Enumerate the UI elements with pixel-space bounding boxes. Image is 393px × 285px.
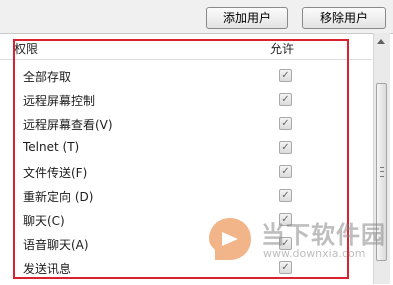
permission-row: 远程屏幕查看(V) ✓ <box>0 112 372 136</box>
allow-checkbox[interactable]: ✓ <box>279 117 292 130</box>
permission-row: 聊天(C) ✓ <box>0 208 372 232</box>
permission-label: 远程屏幕查看(V) <box>23 118 113 132</box>
permission-label: 重新定向 (D) <box>23 190 94 204</box>
remove-user-button[interactable]: 移除用户 <box>302 7 386 29</box>
permission-row: 全部存取 ✓ <box>0 64 372 88</box>
allow-checkbox[interactable]: ✓ <box>279 189 292 202</box>
permission-row: 发送讯息 ✓ <box>0 256 372 280</box>
allow-checkbox[interactable]: ✓ <box>279 93 292 106</box>
permission-label: 语音聊天(A) <box>23 238 89 252</box>
permission-label: 发送讯息 <box>23 262 72 276</box>
allow-checkbox[interactable]: ✓ <box>279 165 292 178</box>
header-divider <box>0 59 372 60</box>
permission-row: 远程屏幕控制 ✓ <box>0 88 372 112</box>
permission-row: 重新定向 (D) ✓ <box>0 184 372 208</box>
vertical-scrollbar[interactable] <box>373 33 390 284</box>
permission-label: 远程屏幕控制 <box>23 94 96 108</box>
allow-checkbox[interactable]: ✓ <box>279 141 292 154</box>
scroll-thumb[interactable] <box>376 83 387 261</box>
allow-checkbox[interactable]: ✓ <box>279 69 292 82</box>
column-header-allow[interactable]: 允许 <box>270 40 294 57</box>
permission-label: 聊天(C) <box>23 214 65 228</box>
permission-row: 语音聊天(A) ✓ <box>0 232 372 256</box>
permissions-list: 全部存取 ✓ 远程屏幕控制 ✓ 远程屏幕查看(V) ✓ Telnet (T) ✓ 文件传送(F)… <box>0 64 372 280</box>
scroll-grip-icon <box>380 167 384 177</box>
permission-label: 文件传送(F) <box>23 166 88 180</box>
permissions-panel: 权限 允许 全部存取 ✓ 远程屏幕控制 ✓ 远程屏幕查看(V) ✓ Telnet (T) ✓ 文… <box>0 33 393 285</box>
scroll-up-arrow-icon[interactable] <box>377 39 385 44</box>
add-user-button[interactable]: 添加用户 <box>206 7 288 29</box>
allow-checkbox[interactable]: ✓ <box>279 237 292 250</box>
permission-row: Telnet (T) ✓ <box>0 136 372 160</box>
permission-label: Telnet (T) <box>23 140 80 154</box>
allow-checkbox[interactable]: ✓ <box>279 261 292 274</box>
column-header-permission[interactable]: 权限 <box>14 40 38 57</box>
allow-checkbox[interactable]: ✓ <box>279 213 292 226</box>
permission-row: 文件传送(F) ✓ <box>0 160 372 184</box>
permission-label: 全部存取 <box>23 70 72 84</box>
